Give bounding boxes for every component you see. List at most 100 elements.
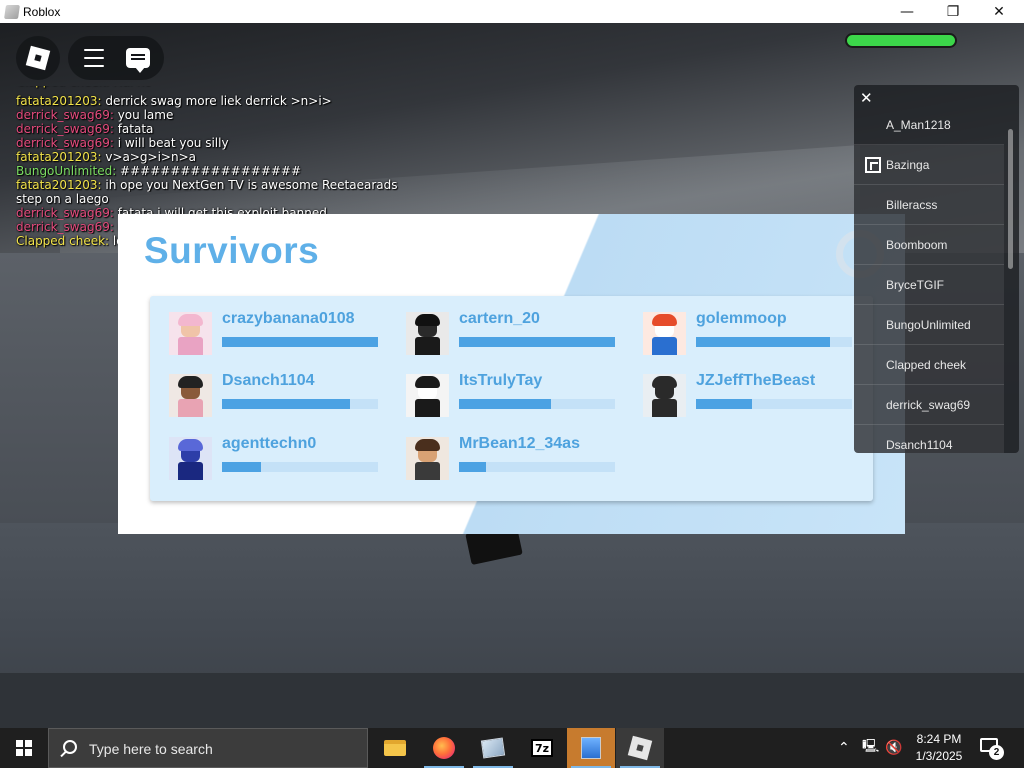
chat-text: you lame xyxy=(113,108,174,122)
avatar xyxy=(406,312,449,355)
player-list-scrollbar[interactable] xyxy=(1008,129,1013,269)
chat-message: derrick_swag69: i will beat you silly xyxy=(16,136,456,150)
windows-logo-icon xyxy=(16,740,32,756)
chat-author[interactable]: derrick_swag69: xyxy=(16,136,114,150)
folder-icon xyxy=(384,740,406,756)
player-list-item[interactable]: derrick_swag69 xyxy=(854,385,1004,425)
survivor-progress-fill xyxy=(459,399,552,409)
survivor-name: MrBean12_34as xyxy=(459,435,580,452)
survivor-name: golemmoop xyxy=(696,310,787,327)
chat-text: ################## xyxy=(116,164,302,178)
firefox-icon xyxy=(433,737,455,759)
survivor-progress-fill xyxy=(459,337,615,347)
player-list-name: Dsanch1104 xyxy=(886,438,953,452)
survivor-entry: golemmoop xyxy=(624,310,852,356)
player-list-name: BungoUnlimited xyxy=(886,318,971,332)
chat-author[interactable]: fatata201203: xyxy=(16,150,102,164)
close-button[interactable]: ✕ xyxy=(976,0,1022,23)
chat-text: v>a>g>i>n>a xyxy=(101,150,196,164)
clock-time: 8:24 PM xyxy=(916,732,962,746)
chat-author[interactable]: derrick_swag69: xyxy=(16,206,114,220)
survivors-panel: Survivors crazybanana0108 cartern_20 golem… xyxy=(118,214,905,534)
player-list-item[interactable]: Clapped cheek xyxy=(854,345,1004,385)
avatar xyxy=(643,312,686,355)
taskbar-tool[interactable] xyxy=(567,728,615,768)
player-list-item[interactable]: Billeracss xyxy=(854,185,1004,225)
chat-text: i will beat you silly xyxy=(113,136,229,150)
start-button[interactable] xyxy=(0,728,48,768)
taskbar-file-explorer[interactable] xyxy=(371,728,419,768)
player-list-item[interactable]: Bazinga xyxy=(854,145,1004,185)
minimize-button[interactable]: — xyxy=(884,0,930,23)
survivor-progress-bar xyxy=(459,462,615,472)
chat-toggle-icon[interactable] xyxy=(126,48,150,73)
7zip-icon: 7z xyxy=(531,739,553,757)
tool-icon xyxy=(581,737,601,759)
taskbar-firefox[interactable] xyxy=(420,728,468,768)
survivor-name: ItsTrulyTay xyxy=(459,372,543,389)
volume-muted-icon[interactable]: 🔇 xyxy=(885,728,902,768)
chat-author[interactable]: fatata201203: xyxy=(16,94,102,108)
game-viewport[interactable]: Clapped cheek: Hai nofatata201203: derri… xyxy=(0,23,1024,728)
taskbar: Type here to search 7z ⌃ 🖳 🔇 8:24 PM 1/3… xyxy=(0,728,1024,768)
survivor-progress-fill xyxy=(222,462,261,472)
survivor-name: Dsanch1104 xyxy=(222,372,315,389)
survivors-card: crazybanana0108 cartern_20 golemmoop Dsanch… xyxy=(150,296,873,501)
player-list-name: Bazinga xyxy=(886,158,930,172)
taskbar-roblox[interactable] xyxy=(616,728,664,768)
game-floor-edge xyxy=(0,673,1024,728)
survivor-entry: agenttechn0 xyxy=(150,435,378,481)
chat-author[interactable]: fatata201203: xyxy=(16,178,102,192)
player-list-item[interactable]: BryceTGIF xyxy=(854,265,1004,305)
survivor-progress-bar xyxy=(459,337,615,347)
player-list: ✕ A_Man1218 Bazinga Billeracss Boomboom Bryc… xyxy=(854,85,1019,453)
taskbar-clock[interactable]: 8:24 PM 1/3/2025 xyxy=(906,731,972,765)
search-placeholder: Type here to search xyxy=(89,741,213,757)
survivor-entry: crazybanana0108 xyxy=(150,310,378,356)
survivor-progress-fill xyxy=(222,399,350,409)
survivor-entry: MrBean12_34as xyxy=(387,435,615,481)
clock-date: 1/3/2025 xyxy=(915,749,963,763)
survivor-progress-bar xyxy=(222,462,378,472)
taskbar-7zip[interactable]: 7z xyxy=(518,728,566,768)
network-icon[interactable]: 🖳 xyxy=(862,728,879,768)
chat-author[interactable]: Clapped cheek: xyxy=(16,234,109,248)
chat-author[interactable]: derrick_swag69: xyxy=(16,108,114,122)
survivor-progress-bar xyxy=(696,399,852,409)
action-center-button[interactable]: 2 xyxy=(978,736,1004,760)
player-list-item[interactable]: BungoUnlimited xyxy=(854,305,1004,345)
tray-chevron-up-icon[interactable]: ⌃ xyxy=(838,728,850,768)
survivor-name: cartern_20 xyxy=(459,310,540,327)
chat-message: derrick_swag69: fatata xyxy=(16,122,456,136)
chat-message: derrick_swag69: you lame xyxy=(16,108,456,122)
survivors-title: Survivors xyxy=(144,230,320,271)
search-icon xyxy=(63,740,77,754)
player-list-name: Clapped cheek xyxy=(886,358,967,372)
player-list-item[interactable]: Boomboom xyxy=(854,225,1004,265)
health-bar xyxy=(845,33,957,48)
survivor-progress-fill xyxy=(696,399,753,409)
chat-author[interactable]: derrick_swag69: xyxy=(16,122,114,136)
player-list-item[interactable]: A_Man1218 xyxy=(854,105,1004,145)
chat-message: fatata201203: derrick swag more liek der… xyxy=(16,94,456,108)
taskbar-search[interactable]: Type here to search xyxy=(48,728,368,768)
roblox-icon xyxy=(627,735,653,761)
avatar xyxy=(406,437,449,480)
restore-button[interactable]: ❐ xyxy=(930,0,976,23)
chat-author[interactable]: BungoUnlimited: xyxy=(16,164,116,178)
avatar xyxy=(169,374,212,417)
chat-author[interactable]: derrick_swag69: xyxy=(16,220,114,234)
health-bar-fill xyxy=(847,35,955,46)
survivor-name: crazybanana0108 xyxy=(222,310,355,327)
chat-message: step on a laego xyxy=(16,192,456,206)
survivor-name: JZJeffTheBeast xyxy=(696,372,816,389)
taskbar-photos[interactable] xyxy=(469,728,517,768)
survivor-progress-fill xyxy=(222,337,378,347)
player-list-item[interactable]: Dsanch1104 xyxy=(854,425,1004,453)
chat-author[interactable]: Clapped cheek: xyxy=(16,86,109,88)
roblox-menu-button[interactable] xyxy=(16,36,60,80)
survivor-progress-fill xyxy=(696,337,831,347)
hamburger-menu-icon[interactable] xyxy=(84,49,104,67)
survivor-entry: Dsanch1104 xyxy=(150,372,378,418)
photos-icon xyxy=(480,737,506,759)
